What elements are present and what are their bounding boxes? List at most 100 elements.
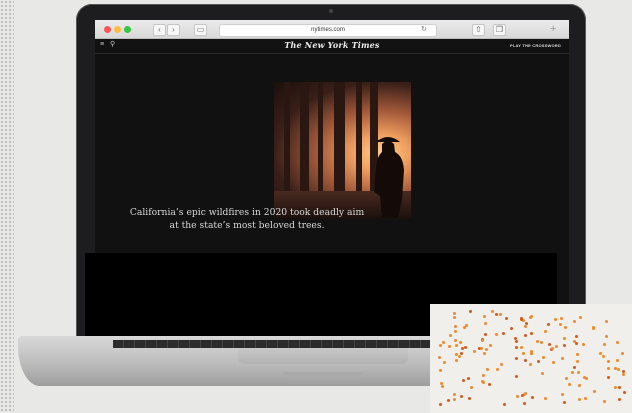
map-dot [546, 322, 550, 326]
map-dot [575, 335, 579, 339]
nyt-logo[interactable]: The New York Times [95, 40, 569, 50]
share-icon[interactable]: ⇧ [472, 24, 485, 36]
trackpad [238, 348, 408, 364]
map-dot [571, 370, 575, 374]
map-dot [453, 311, 457, 315]
map-dot [577, 384, 581, 388]
map-dot [443, 360, 447, 364]
map-dot [560, 356, 564, 360]
site-header: ≡ ⚲ The New York Times PLAY THE CROSSWOR… [95, 39, 569, 54]
map-dot [529, 331, 533, 335]
map-dot [484, 348, 488, 352]
map-dot [602, 354, 606, 358]
map-dot [536, 339, 540, 343]
map-dot [458, 341, 462, 345]
map-dot [452, 393, 456, 397]
us-map-thumbnail [430, 304, 632, 413]
map-dot [515, 394, 519, 398]
article-caption: California’s epic wildfires in 2020 took… [125, 206, 369, 232]
map-dot [502, 332, 506, 336]
map-dot [575, 353, 579, 357]
map-dot [442, 340, 446, 344]
zoom-window-button[interactable] [124, 26, 131, 33]
map-dot [537, 360, 541, 364]
map-dot [562, 401, 566, 405]
map-dot [489, 343, 493, 347]
address-bar[interactable]: nytimes.com [219, 24, 437, 37]
map-dot [606, 360, 610, 364]
map-dot [530, 352, 534, 356]
new-tab-icon[interactable]: + [550, 23, 556, 35]
map-dot [617, 385, 621, 389]
map-dot [583, 375, 587, 379]
reload-icon[interactable]: ↻ [421, 24, 427, 35]
map-dot [602, 400, 606, 404]
map-dot [615, 340, 619, 344]
camera-icon [329, 9, 333, 13]
crossword-link[interactable]: PLAY THE CROSSWORD [510, 43, 561, 48]
map-dot [454, 329, 458, 333]
map-dot [448, 334, 452, 338]
map-dot [454, 359, 458, 363]
map-dot [577, 370, 580, 374]
map-dot [573, 319, 577, 323]
map-dot [552, 361, 556, 365]
map-dot [568, 382, 572, 386]
map-dot [453, 316, 457, 320]
map-dot [562, 336, 566, 340]
map-dot [622, 372, 626, 376]
map-dot [438, 356, 442, 360]
map-dot [598, 351, 602, 355]
map-dot [520, 393, 524, 397]
map-dot [592, 326, 596, 330]
map-dot [603, 342, 607, 346]
map-dot [499, 312, 503, 316]
map-dot [460, 395, 464, 399]
map-dot [504, 317, 508, 321]
map-dot [564, 377, 568, 381]
map-dot [524, 324, 528, 328]
sidebar-icon[interactable]: ▭ [194, 24, 207, 36]
map-dot [515, 357, 519, 361]
lid-notch [283, 372, 363, 378]
map-dot [461, 379, 465, 383]
map-dot [438, 368, 442, 372]
map-dot [479, 347, 483, 351]
map-dot [467, 397, 471, 401]
map-dot [454, 338, 458, 342]
minimize-window-button[interactable] [114, 26, 121, 33]
map-dot [495, 333, 499, 337]
map-dot [560, 392, 564, 396]
map-dot [441, 384, 445, 388]
firefighter-silhouette [374, 137, 404, 218]
forward-icon[interactable]: › [167, 24, 180, 36]
map-dot [544, 396, 548, 400]
map-dot [559, 322, 563, 326]
map-dot [576, 360, 580, 364]
tabs-icon[interactable]: ❐ [493, 24, 506, 36]
back-icon[interactable]: ‹ [153, 24, 166, 36]
map-dot [469, 310, 473, 314]
map-dot [502, 402, 506, 406]
keyboard-edge [113, 340, 443, 348]
map-dot [616, 367, 620, 371]
map-dot [554, 318, 558, 322]
map-dot [469, 385, 473, 389]
dotted-border [0, 0, 14, 413]
map-dot [562, 343, 566, 347]
map-dot [581, 343, 585, 347]
map-dot [485, 368, 489, 372]
map-dot [592, 390, 596, 394]
map-dot [514, 339, 518, 343]
map-dot [515, 346, 519, 350]
close-window-button[interactable] [104, 26, 111, 33]
map-dot [453, 325, 457, 329]
map-dot [495, 368, 499, 372]
map-dot [604, 335, 608, 339]
map-dot [613, 386, 617, 390]
map-dot [483, 314, 487, 318]
wildfire-photo [274, 82, 411, 219]
map-dot [473, 349, 477, 353]
map-dot [521, 351, 525, 355]
map-dot [572, 365, 576, 369]
